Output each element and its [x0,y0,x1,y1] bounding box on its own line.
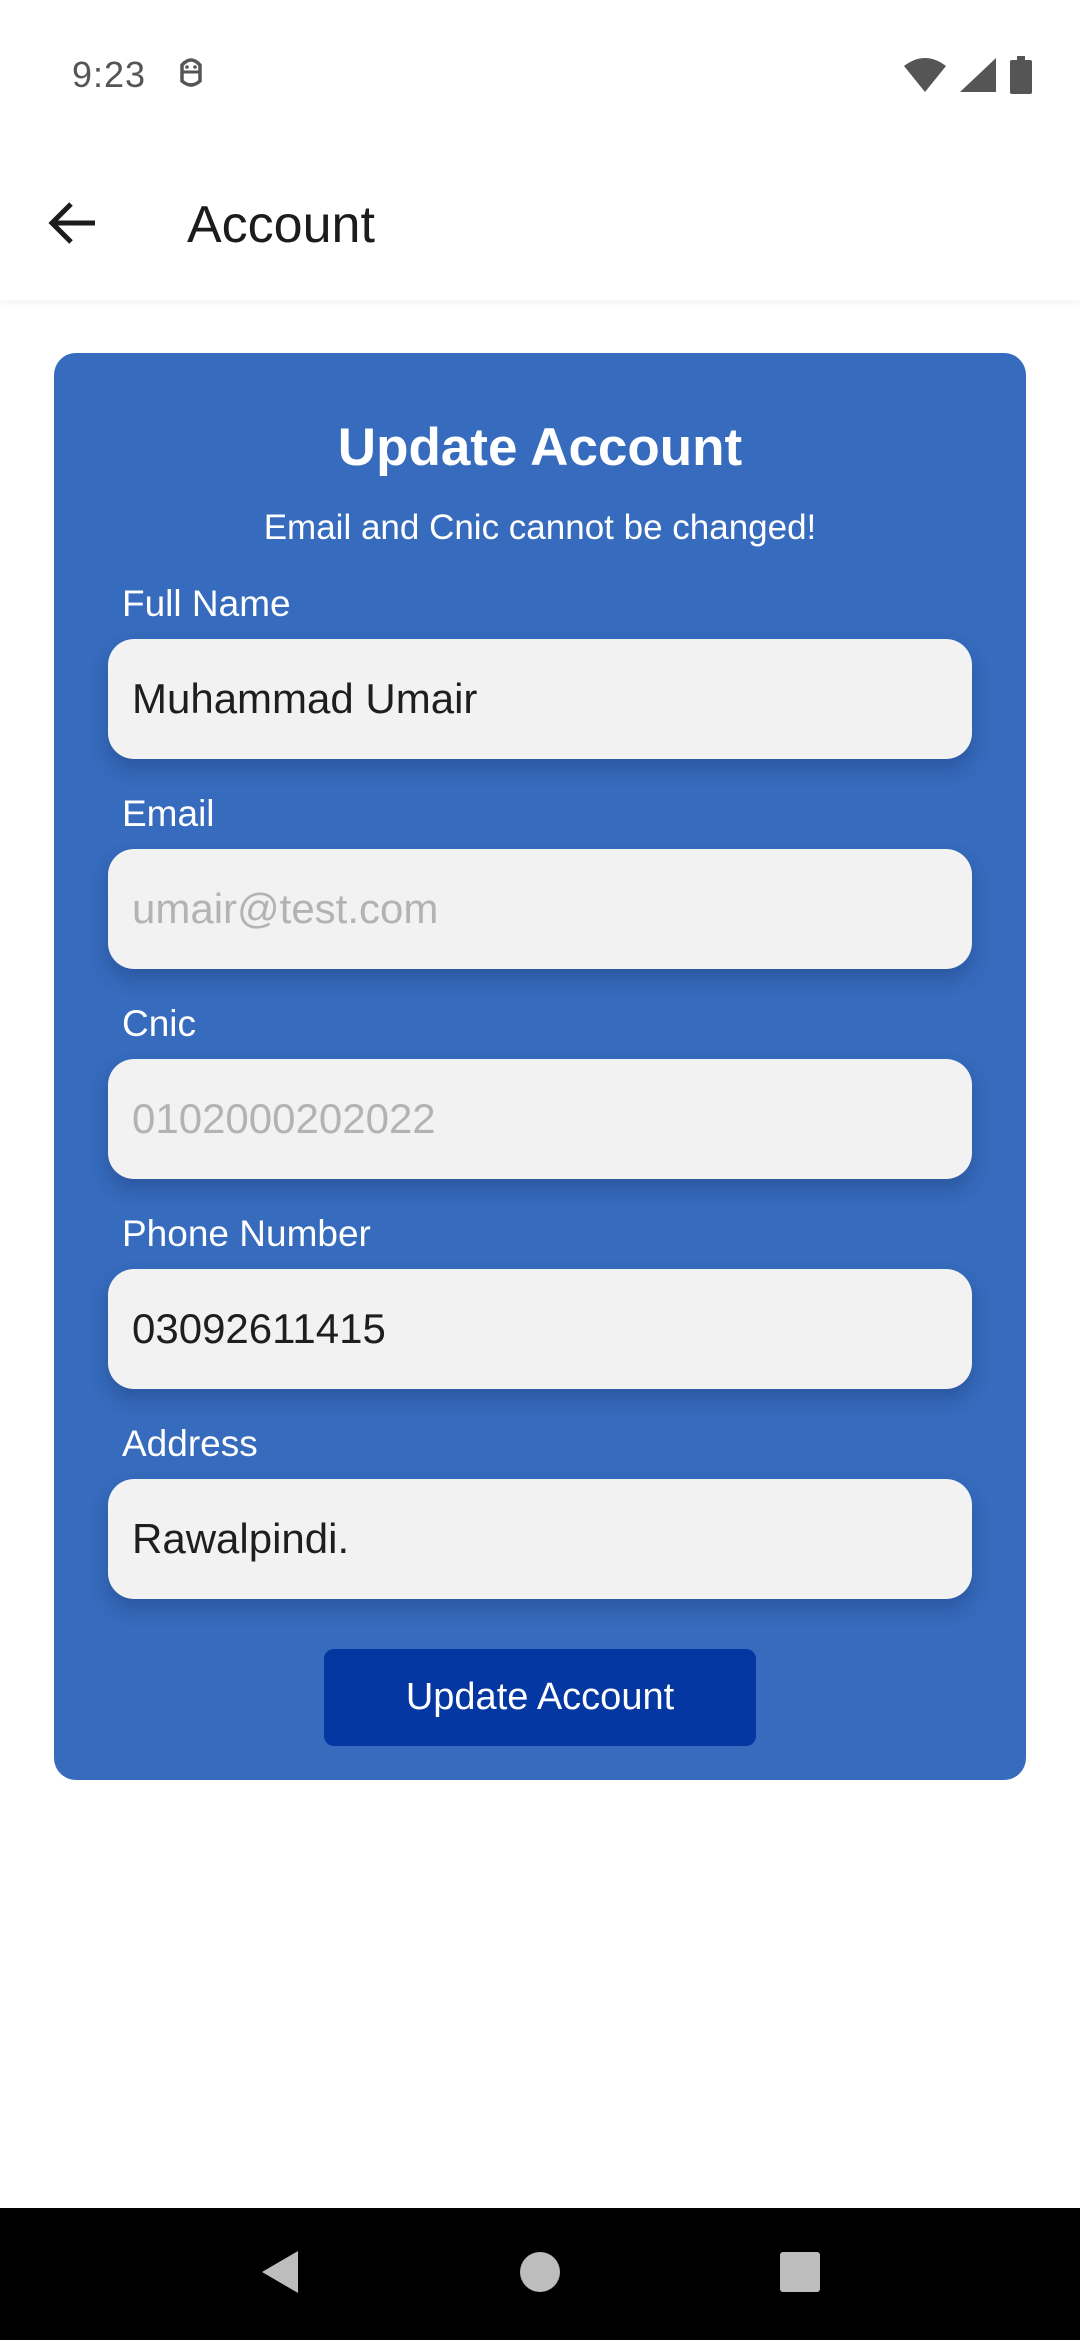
back-button[interactable] [22,175,122,275]
address-field[interactable] [108,1479,972,1599]
cnic-group: Cnic [108,999,972,1179]
card-subtitle: Email and Cnic cannot be changed! [263,508,817,547]
page-title: Account [187,196,375,254]
full-name-label: Full Name [122,583,291,624]
cell-signal-icon [960,58,996,92]
nav-back-button[interactable] [230,2224,330,2324]
phone-field[interactable] [108,1269,972,1389]
update-account-card: Update Account Email and Cnic cannot be … [54,353,1026,1780]
screen: 9:23 Account Update Account Email and Cn… [0,0,1080,2340]
status-left: 9:23 [72,54,206,96]
battery-icon [1010,56,1032,94]
status-bar: 9:23 [0,0,1080,150]
nav-home-icon [518,2250,562,2299]
email-field[interactable] [108,849,972,969]
android-debug-icon [176,55,206,96]
system-nav-bar [0,2208,1080,2340]
full-name-field[interactable] [108,639,972,759]
status-time: 9:23 [72,54,147,95]
wifi-icon [904,58,946,92]
nav-recents-icon [779,2251,821,2298]
phone-group: Phone Number [108,1209,972,1389]
update-account-button[interactable]: Update Account [324,1649,756,1746]
email-group: Email [108,789,972,969]
status-right [904,56,1032,94]
arrow-back-icon [47,201,97,250]
address-label: Address [122,1423,258,1464]
cnic-field[interactable] [108,1059,972,1179]
app-bar: Account [0,150,1080,300]
address-group: Address [108,1419,972,1599]
nav-home-button[interactable] [490,2224,590,2324]
email-label: Email [122,793,215,834]
submit-wrap: Update Account [108,1649,972,1746]
cnic-label: Cnic [122,1003,197,1044]
phone-label: Phone Number [122,1213,371,1254]
nav-recents-button[interactable] [750,2224,850,2324]
full-name-group: Full Name [108,579,972,759]
card-title: Update Account [337,418,743,477]
nav-back-icon [260,2249,300,2300]
